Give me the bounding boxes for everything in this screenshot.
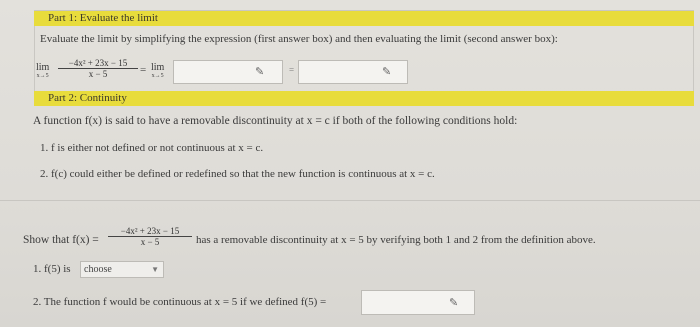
limit-operator: lim x→5	[36, 62, 49, 79]
section-divider	[0, 200, 700, 201]
lim-subscript: x→5	[36, 73, 49, 79]
fraction-numerator: −4x² + 23x − 15	[58, 58, 138, 69]
second-lim-label: lim	[151, 62, 165, 73]
chevron-down-icon[interactable]: ▼	[151, 262, 159, 277]
show-fraction: −4x² + 23x − 15 x − 5	[108, 226, 192, 247]
second-limit-operator: lim x→5	[151, 62, 164, 79]
pencil-icon[interactable]: ✎	[255, 65, 264, 78]
part1-fraction: −4x² + 23x − 15 x − 5	[58, 58, 138, 79]
select-value: choose	[84, 264, 112, 275]
limit-value-input[interactable]	[298, 60, 408, 84]
simplified-expression-input[interactable]	[173, 60, 283, 84]
part1-title: Part 1: Evaluate the limit	[34, 11, 694, 26]
continuity-definition: A function f(x) is said to have a remova…	[33, 115, 518, 127]
second-lim-subscript: x→5	[151, 73, 164, 79]
condition-1: 1. f is either not defined or not contin…	[40, 142, 264, 154]
equals-sign: =	[140, 64, 147, 76]
part2-title: Part 2: Continuity	[34, 91, 694, 106]
show-fraction-numerator: −4x² + 23x − 15	[108, 226, 192, 237]
show-suffix: has a removable discontinuity at x = 5 b…	[196, 234, 596, 246]
item1-label: 1. f(5) is	[33, 263, 71, 275]
item2-label: 2. The function f would be continuous at…	[33, 296, 327, 308]
pencil-icon[interactable]: ✎	[449, 296, 458, 309]
part1-instruction: Evaluate the limit by simplifying the ex…	[40, 33, 558, 45]
condition-2: 2. f(c) could either be defined or redef…	[40, 168, 435, 180]
page: Part 1: Evaluate the limit Evaluate the …	[0, 0, 700, 327]
lim-label: lim	[36, 62, 50, 73]
box-equals-sign: =	[289, 65, 295, 75]
show-fraction-denominator: x − 5	[140, 237, 160, 247]
f5-status-select[interactable]: choose ▼	[80, 261, 164, 278]
fraction-denominator: x − 5	[88, 69, 108, 79]
pencil-icon[interactable]: ✎	[382, 65, 391, 78]
show-prefix: Show that f(x) =	[23, 234, 99, 246]
